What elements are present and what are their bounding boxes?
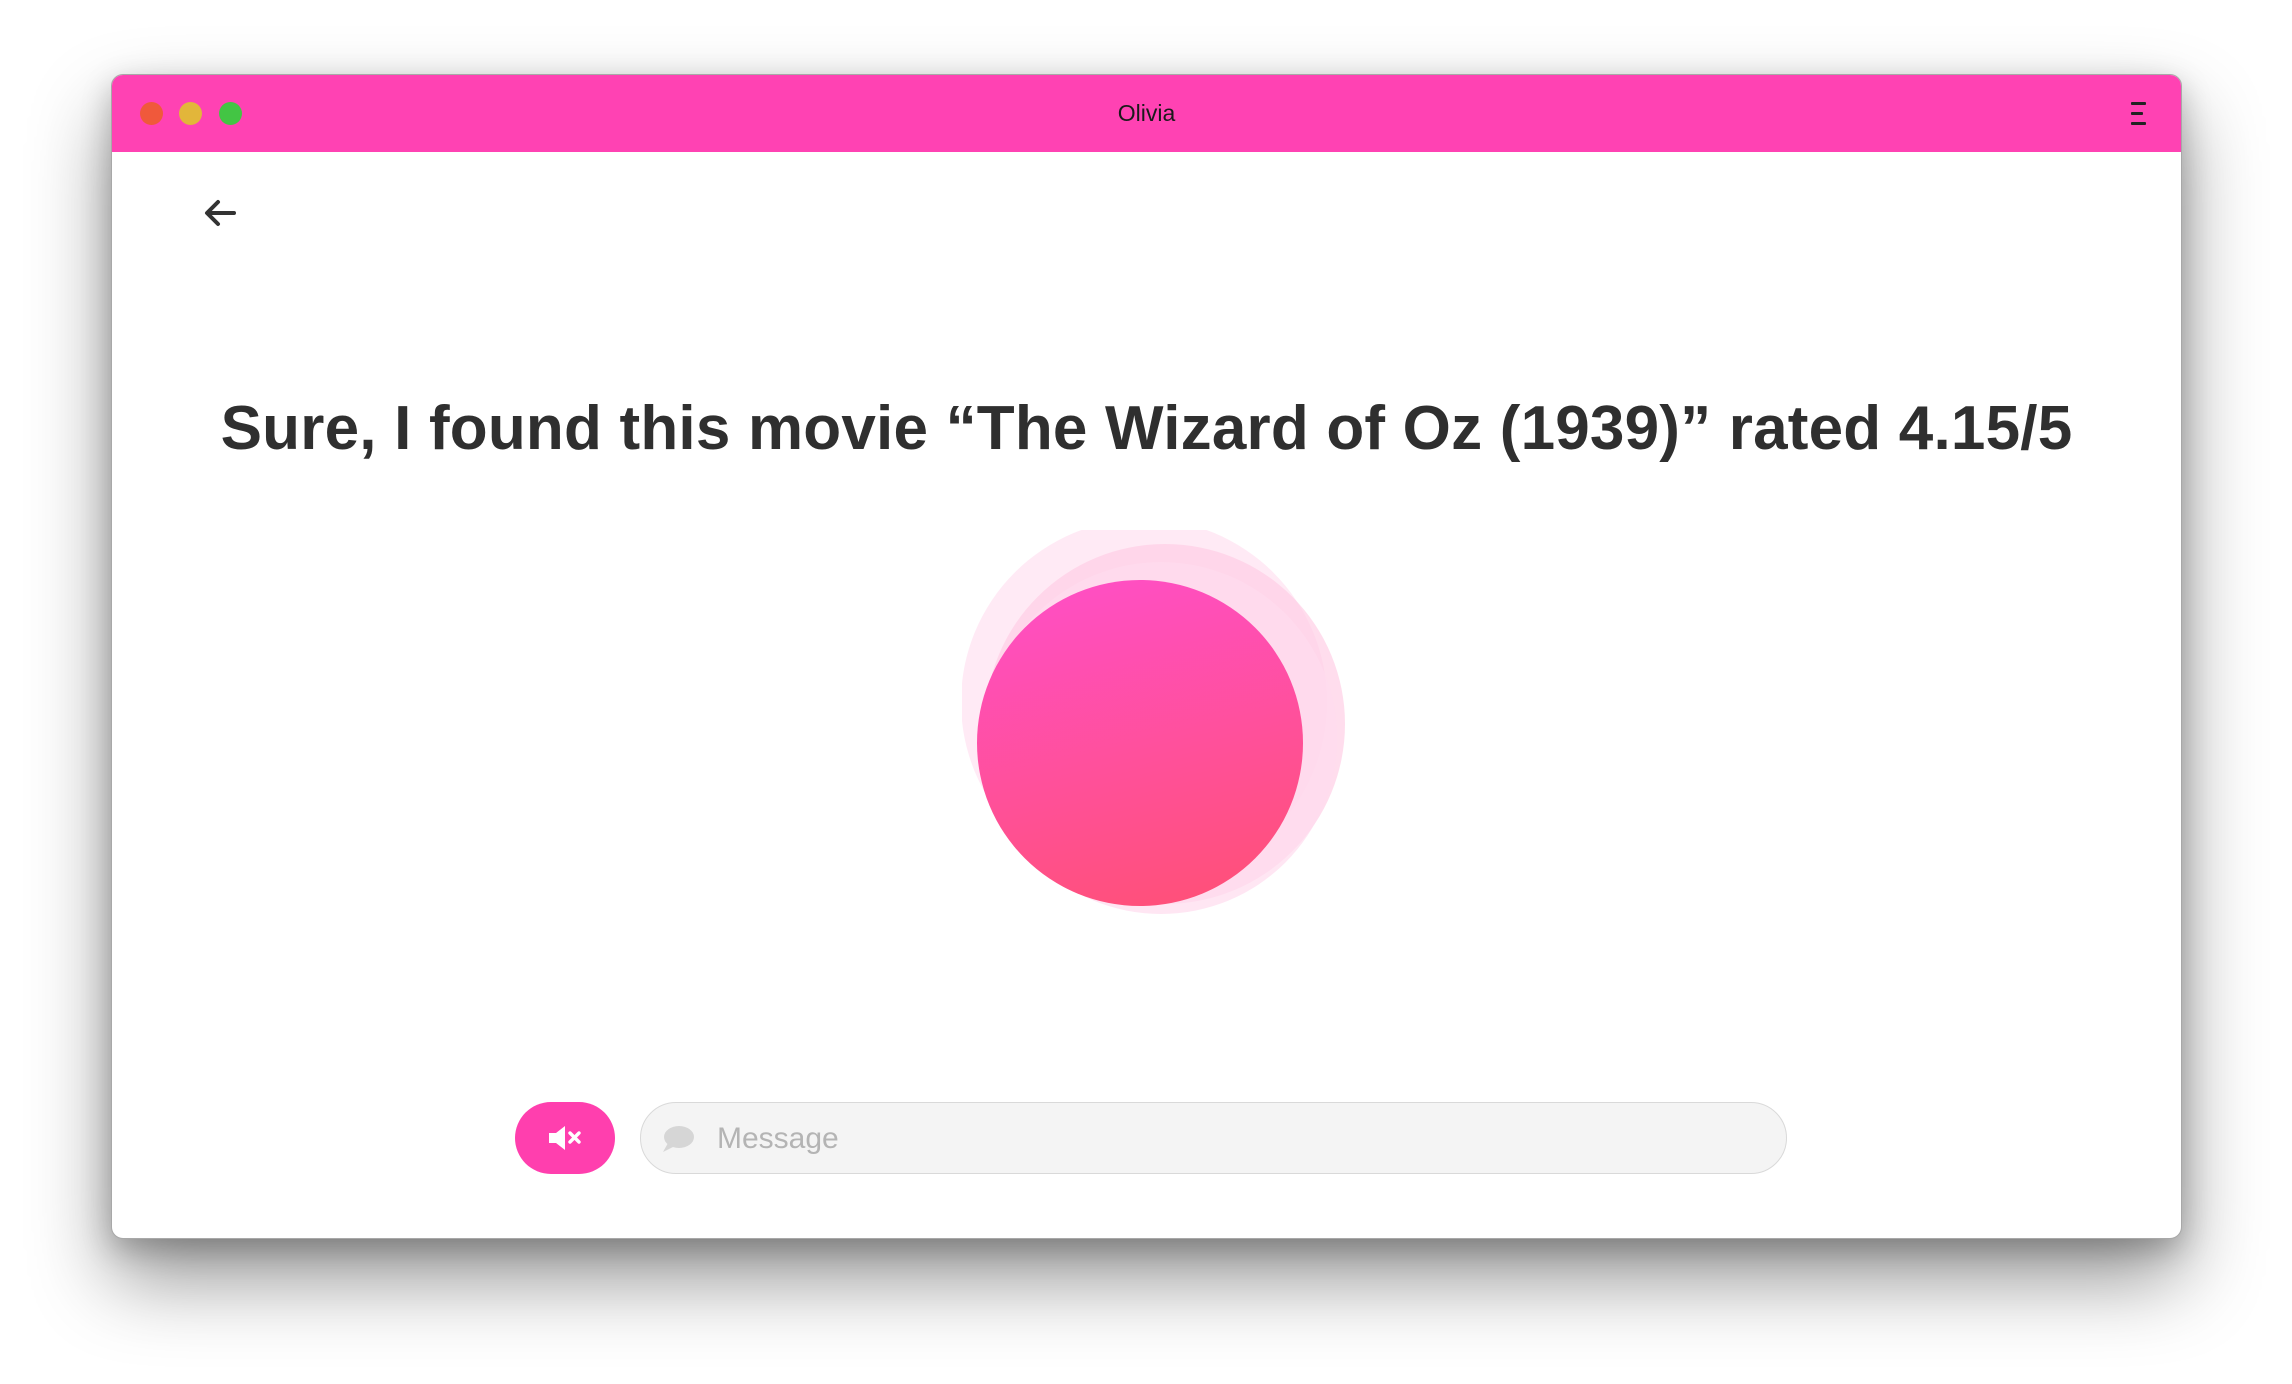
hamburger-menu-icon[interactable]	[2131, 101, 2147, 127]
message-field[interactable]	[640, 1102, 1787, 1175]
speaker-muted-icon	[549, 1126, 581, 1150]
chat-bubble-icon	[663, 1126, 694, 1152]
orb-core	[977, 580, 1303, 906]
back-button[interactable]	[196, 189, 244, 237]
message-composer	[515, 1102, 1789, 1175]
mute-button[interactable]	[515, 1102, 615, 1174]
message-input[interactable]	[715, 1103, 1759, 1175]
voice-assistant-orb	[961, 519, 1382, 950]
window-title: Olivia	[1117, 100, 1176, 126]
arrow-left-icon	[205, 200, 236, 226]
assistant-response: Sure, I found this movie “The Wizard of …	[220, 394, 2073, 463]
title-bar[interactable]: Olivia	[112, 75, 2181, 152]
app-window: Olivia Sure, I found this movie “The Wiz…	[111, 74, 2182, 1239]
